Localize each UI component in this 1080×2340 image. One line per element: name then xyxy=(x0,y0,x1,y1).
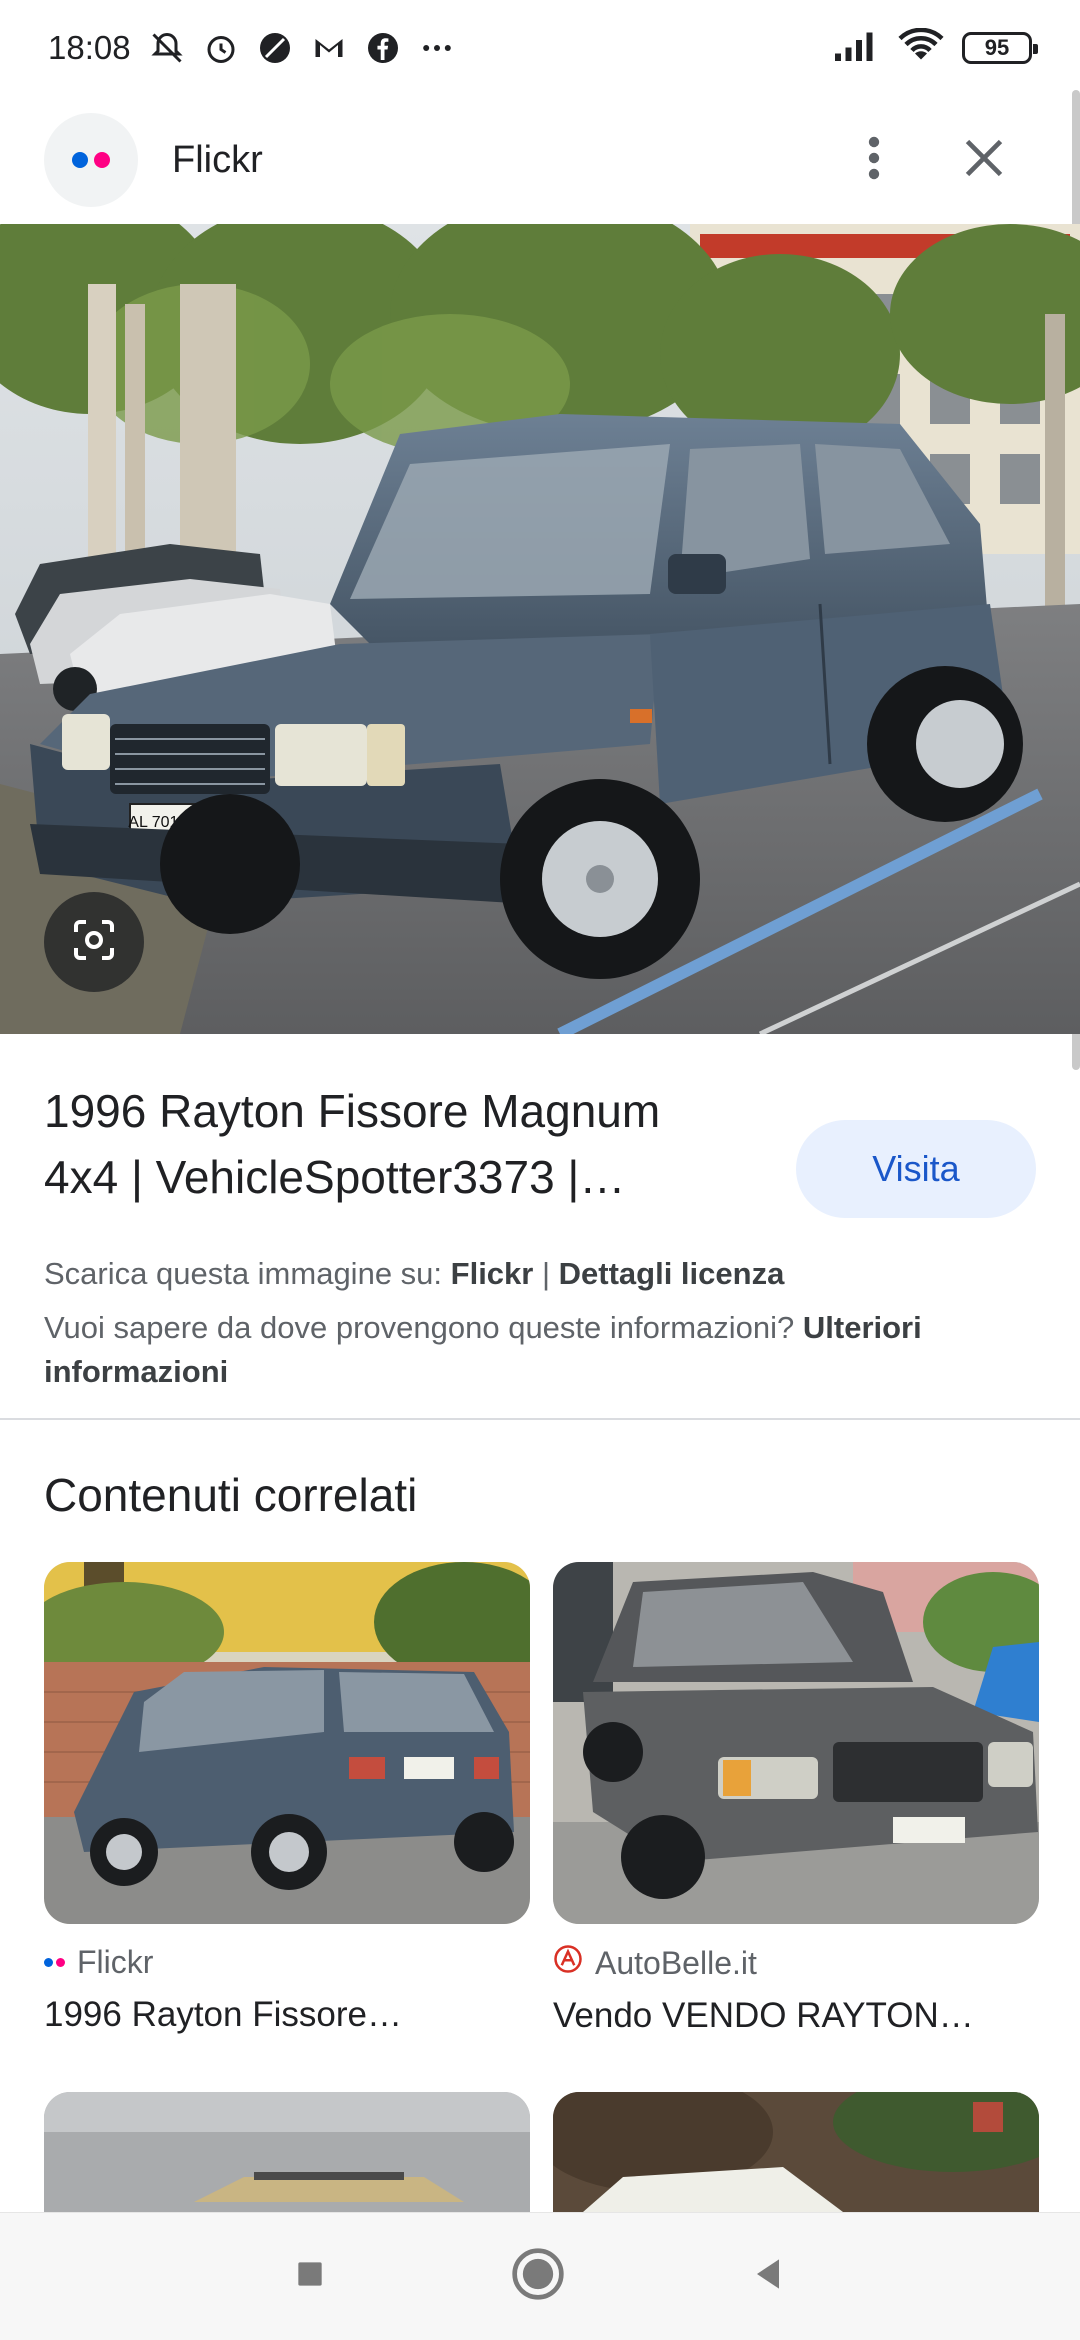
related-thumbnail[interactable] xyxy=(553,1562,1039,1924)
status-left: 18:08 xyxy=(48,29,455,67)
lens-search-button[interactable] xyxy=(44,892,144,992)
logo-dot-pink xyxy=(94,152,110,168)
related-heading: Contenuti correlati xyxy=(44,1469,418,1521)
flickr-source-icon xyxy=(44,1958,65,1967)
signal-icon xyxy=(832,28,880,69)
car-photo: AL 701 HM xyxy=(0,224,1080,1034)
related-partial-photo xyxy=(553,2092,1039,2212)
recents-button-icon[interactable] xyxy=(290,2254,330,2299)
visit-button[interactable]: Visita xyxy=(796,1120,1036,1218)
related-source: Flickr xyxy=(44,1944,530,1981)
info-line: Vuoi sapere da dove provengono queste in… xyxy=(44,1306,1036,1394)
download-line: Scarica questa immagine su: Flickr | Det… xyxy=(44,1252,1036,1296)
status-right: 95 xyxy=(832,27,1038,69)
related-card[interactable]: Flickr 1996 Rayton Fissore… xyxy=(44,1562,530,2035)
wifi-icon xyxy=(898,27,944,69)
download-prefix: Scarica questa immagine su: xyxy=(44,1256,451,1291)
alarm-icon xyxy=(203,30,239,66)
flickr-logo xyxy=(44,113,138,207)
more-options-icon[interactable] xyxy=(864,134,884,187)
gmail-icon xyxy=(311,30,347,66)
related-card[interactable]: AutoBelle.it Vendo VENDO RAYTON… xyxy=(553,1562,1039,2036)
separator: | xyxy=(533,1256,559,1291)
related-car-photo xyxy=(553,1562,1039,1924)
header-actions xyxy=(864,134,1006,187)
related-card-partial[interactable] xyxy=(553,2092,1039,2212)
mute-icon xyxy=(149,30,185,66)
related-thumbnail[interactable] xyxy=(44,1562,530,1924)
related-partial-photo xyxy=(44,2092,530,2212)
back-button-icon[interactable] xyxy=(746,2252,790,2301)
preview-image[interactable]: AL 701 HM xyxy=(0,224,1080,1034)
facebook-icon xyxy=(365,30,401,66)
dnd-icon xyxy=(257,30,293,66)
related-caption[interactable]: 1996 Rayton Fissore… xyxy=(44,1995,530,2035)
site-name: Flickr xyxy=(172,138,263,181)
battery-level: 95 xyxy=(984,35,1010,60)
download-source-link[interactable]: Flickr xyxy=(451,1256,534,1291)
close-icon[interactable] xyxy=(962,136,1006,185)
system-nav-bar xyxy=(0,2212,1080,2340)
home-button-icon[interactable] xyxy=(510,2246,566,2307)
more-icon xyxy=(419,30,455,66)
related-caption[interactable]: Vendo VENDO RAYTON… xyxy=(553,1996,1039,2036)
logo-dot-blue xyxy=(72,152,88,168)
clock: 18:08 xyxy=(48,29,131,66)
related-source-name: AutoBelle.it xyxy=(595,1944,757,1981)
license-details-link[interactable]: Dettagli licenza xyxy=(559,1256,785,1291)
related-source: AutoBelle.it xyxy=(553,1944,1039,1982)
related-card-partial[interactable] xyxy=(44,2092,530,2212)
related-source-name: Flickr xyxy=(77,1944,154,1980)
result-title[interactable]: 1996 Rayton Fissore Magnum 4x4 | Vehicle… xyxy=(44,1078,744,1210)
battery-indicator: 95 xyxy=(962,32,1038,64)
status-bar: 18:08 95 xyxy=(0,0,1080,96)
title-row: 1996 Rayton Fissore Magnum 4x4 | Vehicle… xyxy=(44,1078,1036,1218)
panel-header: Flickr xyxy=(0,96,1080,224)
result-details: 1996 Rayton Fissore Magnum 4x4 | Vehicle… xyxy=(0,1034,1080,1394)
lens-icon xyxy=(70,916,118,969)
related-car-photo xyxy=(44,1562,530,1924)
info-question: Vuoi sapere da dove provengono queste in… xyxy=(44,1310,803,1345)
autobelle-source-icon xyxy=(553,1944,583,1982)
section-divider xyxy=(0,1418,1080,1420)
